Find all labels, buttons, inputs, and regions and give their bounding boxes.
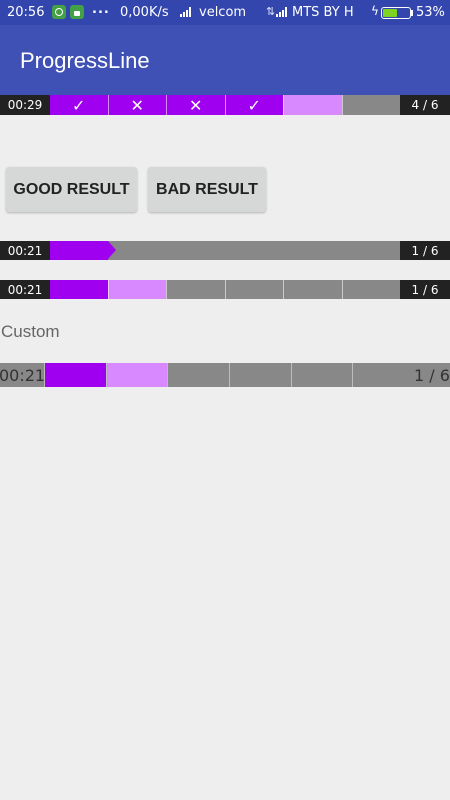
step-counter: 1 / 6 xyxy=(400,280,450,299)
progress-line-arrow: 00:21 1 / 6 xyxy=(0,241,450,260)
elapsed-time: 00:29 xyxy=(0,95,50,115)
progress-segments xyxy=(50,280,400,299)
progress-line-custom: 00:21 1 / 6 xyxy=(0,363,450,387)
progress-fill xyxy=(50,241,109,260)
signal-icon-2 xyxy=(276,7,287,17)
more-notifications-icon: ... xyxy=(92,2,110,17)
progress-segment-pending xyxy=(224,280,283,299)
elapsed-time: 00:21 xyxy=(0,280,50,299)
battery-icon xyxy=(381,7,411,19)
check-icon: ✓ xyxy=(72,95,86,115)
network-speed: 0,00K/s xyxy=(120,5,169,20)
progress-line-segmented: 00:21 1 / 6 xyxy=(0,280,450,299)
section-label-custom: Custom xyxy=(1,322,60,341)
status-bar: 20:56 ... 0,00K/s velcom ⇅ MTS BY H ϟ 53… xyxy=(0,0,450,25)
alarm-icon xyxy=(52,5,66,19)
progress-line-results: 00:29 ✓ ✕ ✕ ✓ 4 / 6 xyxy=(0,95,450,115)
progress-segment-pending xyxy=(352,363,415,387)
battery-level xyxy=(383,9,397,17)
check-icon: ✓ xyxy=(247,95,261,115)
progress-segment-done: ✓ xyxy=(224,95,283,115)
progress-segment-current xyxy=(283,95,342,115)
progress-segments xyxy=(44,363,415,387)
good-result-button[interactable]: GOOD RESULT xyxy=(6,167,137,212)
lock-icon xyxy=(70,5,84,19)
progress-segment-done: ✓ xyxy=(50,95,108,115)
elapsed-time: 00:21 xyxy=(0,241,50,260)
progress-segment-pending xyxy=(166,280,225,299)
progress-segment-done: ✕ xyxy=(107,95,166,115)
progress-segment-pending xyxy=(283,280,342,299)
carrier-name: velcom xyxy=(199,5,247,20)
bad-result-button[interactable]: BAD RESULT xyxy=(148,167,266,212)
battery-tip xyxy=(411,10,413,16)
step-counter: 1 / 6 xyxy=(414,363,450,387)
progress-segment-done xyxy=(44,363,106,387)
status-time: 20:56 xyxy=(7,5,45,20)
progress-arrow-tip xyxy=(108,241,117,259)
signal-icon xyxy=(180,7,191,17)
progress-segment-pending xyxy=(167,363,230,387)
carrier-name-2: MTS BY H xyxy=(292,5,354,20)
progress-segment-done xyxy=(50,280,108,299)
progress-track xyxy=(50,241,400,260)
cross-icon: ✕ xyxy=(189,95,203,115)
progress-segments: ✓ ✕ ✕ ✓ xyxy=(50,95,400,115)
step-counter: 1 / 6 xyxy=(400,241,450,260)
progress-segment-current xyxy=(107,280,166,299)
progress-segment-pending xyxy=(229,363,291,387)
data-transfer-icon: ⇅ xyxy=(266,5,276,18)
charging-icon: ϟ xyxy=(371,4,379,18)
progress-segment-current xyxy=(105,363,168,387)
app-title: ProgressLine xyxy=(20,48,150,73)
step-counter: 4 / 6 xyxy=(400,95,450,115)
cross-icon: ✕ xyxy=(130,95,144,115)
progress-segment-pending xyxy=(341,95,400,115)
progress-segment-pending xyxy=(341,280,400,299)
progress-segment-pending xyxy=(290,363,353,387)
progress-segment-done: ✕ xyxy=(166,95,225,115)
battery-percentage: 53% xyxy=(416,5,445,20)
elapsed-time: 00:21 xyxy=(0,363,45,387)
app-bar: ProgressLine xyxy=(0,25,450,95)
